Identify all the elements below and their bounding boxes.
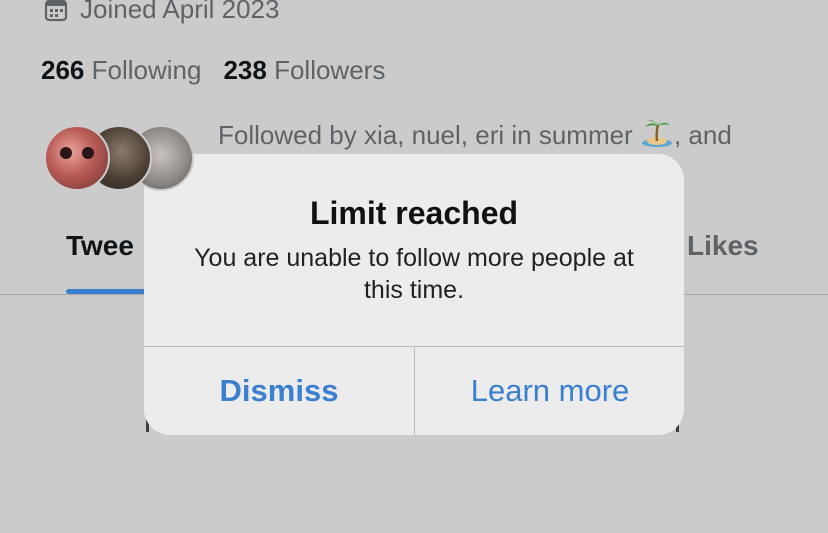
followed-by-suffix: , and	[673, 120, 732, 150]
dialog-message: You are unable to follow more people at …	[194, 244, 634, 304]
dismiss-button[interactable]: Dismiss	[144, 347, 414, 435]
avatar	[44, 125, 110, 191]
limit-alert-dialog: Limit reached You are unable to follow m…	[144, 154, 684, 435]
followed-by-names: Followed by xia, nuel, eri in summer	[218, 120, 633, 150]
followed-by-avatars[interactable]	[44, 125, 204, 193]
calendar-icon	[44, 0, 68, 22]
dialog-title: Limit reached	[309, 195, 519, 231]
followers-label: Followers	[274, 55, 386, 85]
joined-date-text: Joined April 2023	[80, 0, 280, 24]
joined-date-row: Joined April 2023	[44, 0, 279, 25]
following-count: 266	[41, 55, 85, 85]
following-label: Following	[91, 55, 202, 85]
desert-island-emoji	[640, 118, 674, 148]
followed-by-text[interactable]: Followed by xia, nuel, eri in summer , a…	[218, 118, 732, 151]
follow-stats: 266 Following 238 Followers	[41, 55, 385, 86]
learn-more-button[interactable]: Learn more	[415, 347, 684, 435]
tab-tweets[interactable]: Twee	[66, 230, 134, 262]
followers-link[interactable]: 238 Followers	[223, 55, 385, 86]
following-link[interactable]: 266 Following	[41, 55, 201, 86]
tab-likes[interactable]: Likes	[687, 230, 759, 262]
followers-count: 238	[223, 55, 267, 85]
